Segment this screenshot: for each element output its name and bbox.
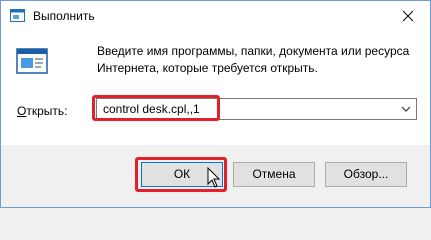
dialog-description: Введите имя программы, папки, документа …: [97, 44, 410, 75]
command-input[interactable]: control desk.cpl,,1: [103, 102, 200, 116]
button-bar: ОК Отмена Обзор...: [1, 145, 430, 207]
command-combobox[interactable]: control desk.cpl,,1: [96, 98, 417, 120]
dialog-body: Введите имя программы, папки, документа …: [1, 31, 430, 145]
ok-button[interactable]: ОК: [141, 162, 223, 187]
title-bar: Выполнить: [1, 1, 430, 31]
open-label-text: ткрыть:: [26, 104, 68, 118]
open-label: Открыть:: [17, 104, 67, 118]
window-title: Выполнить: [33, 9, 95, 23]
browse-button[interactable]: Обзор...: [325, 162, 407, 187]
run-dialog: Выполнить Введите имя программы, папки, …: [0, 0, 431, 208]
open-label-access-key: О: [17, 104, 27, 118]
cancel-button[interactable]: Отмена: [233, 162, 315, 187]
run-program-icon: [16, 48, 48, 74]
run-dialog-icon: [10, 9, 25, 22]
chevron-down-icon[interactable]: [400, 103, 412, 115]
close-icon: [402, 10, 414, 22]
close-button[interactable]: [386, 1, 430, 31]
